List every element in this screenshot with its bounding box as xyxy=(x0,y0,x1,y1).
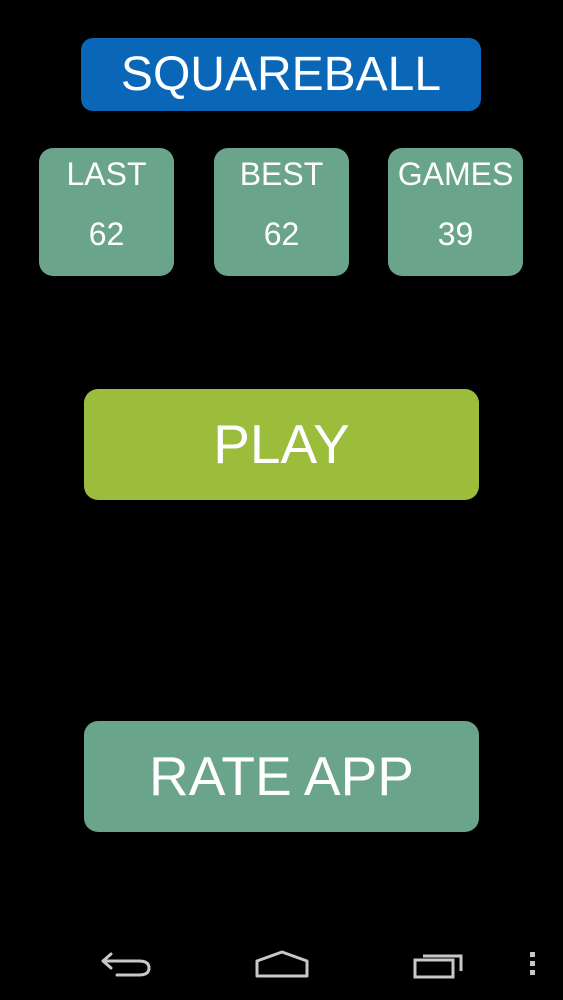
recent-apps-icon[interactable] xyxy=(408,928,470,1000)
stat-games-label: GAMES xyxy=(397,156,514,192)
home-icon[interactable] xyxy=(249,928,315,1000)
rate-app-button-label: RATE APP xyxy=(149,745,414,807)
stat-best: BEST 62 xyxy=(214,148,349,276)
stat-last-label: LAST xyxy=(66,156,147,192)
stat-games: GAMES 39 xyxy=(388,148,523,276)
game-title: SQUAREBALL xyxy=(120,47,442,101)
stat-games-value: 39 xyxy=(437,216,474,252)
stat-last-value: 62 xyxy=(88,216,125,252)
rate-app-button[interactable]: RATE APP xyxy=(84,721,479,832)
play-button[interactable]: PLAY xyxy=(84,389,479,500)
stat-best-value: 62 xyxy=(263,216,300,252)
stat-best-label: BEST xyxy=(239,156,324,192)
navigation-bar xyxy=(0,928,563,1000)
play-button-label: PLAY xyxy=(213,413,350,475)
overflow-menu-icon[interactable] xyxy=(520,928,544,1000)
stat-last: LAST 62 xyxy=(39,148,174,276)
back-arrow-icon[interactable] xyxy=(93,928,157,1000)
title-banner: SQUAREBALL xyxy=(81,38,481,111)
